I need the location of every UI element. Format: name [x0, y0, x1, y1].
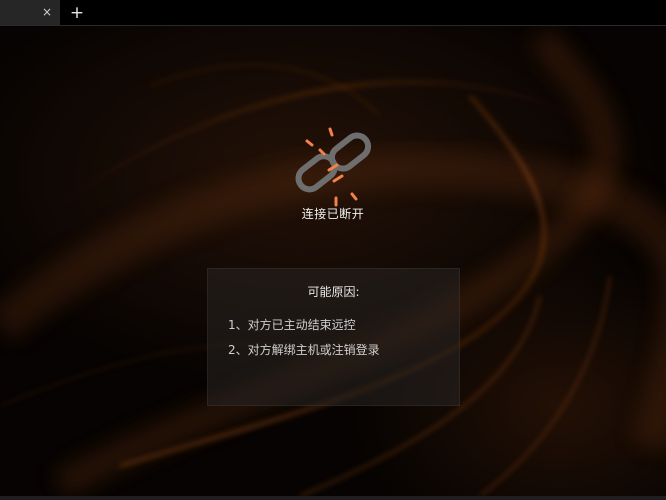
tab-current[interactable]: ×	[0, 0, 60, 25]
bottom-edge	[0, 496, 666, 500]
tab-bar: × +	[0, 0, 666, 26]
tab-close-icon[interactable]: ×	[39, 4, 55, 20]
new-tab-button[interactable]: +	[67, 3, 87, 23]
broken-link-icon	[295, 127, 372, 207]
reason-title: 可能原因:	[307, 285, 360, 299]
reason-panel: 可能原因: 1、对方已主动结束远控 2、对方解绑主机或注销登录	[207, 268, 460, 406]
background-swirl	[0, 26, 666, 496]
disconnected-view: 连接已断开 可能原因: 1、对方已主动结束远控 2、对方解绑主机或注销登录	[0, 26, 666, 496]
disconnected-message: 连接已断开	[301, 207, 365, 221]
reason-item: 1、对方已主动结束远控	[228, 318, 356, 332]
remote-control-window: × + 连接已断开 可能原因: 1、对方已主动结束远控 2、对方解绑主机或注销登…	[0, 0, 666, 500]
reason-item: 2、对方解绑主机或注销登录	[228, 343, 380, 357]
